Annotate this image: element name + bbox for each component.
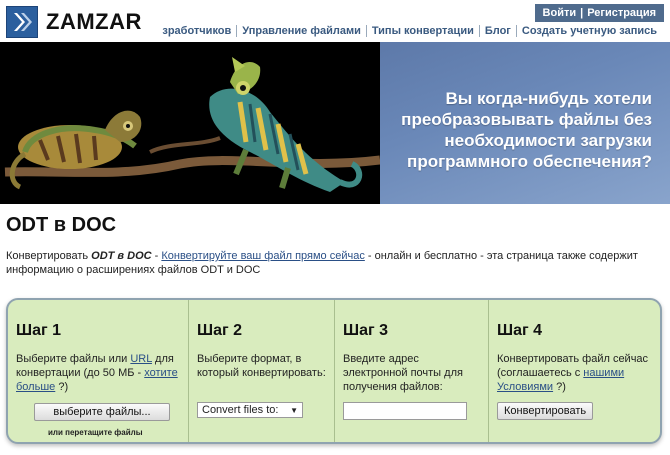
convert-button[interactable]: Конвертировать [497, 402, 593, 420]
drag-drop-note: или перетащите файлы [48, 428, 143, 437]
conversion-steps-panel: Шаг 1 Выберите файлы или URL для конверт… [6, 298, 662, 444]
zamzar-logo[interactable]: ZAMZAR [6, 6, 142, 38]
step-4-title: Шаг 4 [497, 322, 542, 339]
step-3: Шаг 3 Введите адрес электронной почты дл… [334, 300, 488, 442]
step-1-description: Выберите файлы или URL для конвертации (… [16, 352, 180, 394]
step-4-desc-a: Конвертировать файл сейчас (соглашаетесь… [497, 353, 649, 379]
step-1-desc-a: Выберите файлы или [16, 353, 131, 365]
login-link[interactable]: Войти [543, 7, 577, 19]
hero-banner: Вы когда-нибудь хотели преобразовывать ф… [0, 42, 670, 204]
chevron-down-icon: ▼ [290, 405, 298, 415]
format-select-value: Convert files to: [202, 404, 279, 416]
nav-conversion-types[interactable]: Типы конвертации [365, 25, 479, 37]
top-navigation: зработчиков Управление файлами Типы конв… [157, 25, 662, 37]
nav-create-account[interactable]: Создать учетную запись [515, 25, 662, 37]
step-2: Шаг 2 Выберите формат, в который конверт… [188, 300, 334, 442]
intro-prefix: Конвертировать [6, 250, 92, 262]
auth-separator: | [580, 7, 584, 19]
choose-files-button[interactable]: выберите файлы... [34, 403, 170, 421]
auth-box: Войти | Регистрация [534, 4, 664, 22]
register-link[interactable]: Регистрация [587, 7, 656, 19]
format-select[interactable]: Convert files to: ▼ [197, 402, 303, 418]
intro-text: Конвертировать ODT в DOC - Конвертируйте… [6, 249, 656, 277]
logo-arrows-icon [6, 6, 38, 38]
step-3-title: Шаг 3 [343, 322, 388, 339]
step-4: Шаг 4 Конвертировать файл сейчас (соглаш… [488, 300, 658, 442]
step-1-desc-c: ?) [55, 381, 69, 393]
email-field[interactable] [343, 402, 467, 420]
url-link[interactable]: URL [130, 353, 152, 365]
step-2-description: Выберите формат, в который конвертироват… [197, 353, 326, 379]
nav-blog[interactable]: Блог [478, 25, 516, 37]
step-1: Шаг 1 Выберите файлы или URL для конверт… [8, 300, 188, 442]
banner-headline: Вы когда-нибудь хотели преобразовывать ф… [401, 89, 652, 171]
nav-file-management[interactable]: Управление файлами [236, 25, 366, 37]
chameleon-image [0, 42, 381, 204]
banner-promo-panel: Вы когда-нибудь хотели преобразовывать ф… [380, 42, 670, 204]
step-4-description: Конвертировать файл сейчас (соглашаетесь… [497, 352, 650, 394]
step-1-title: Шаг 1 [16, 322, 61, 339]
brand-name: ZAMZAR [46, 9, 142, 34]
intro-bold: ODT в DOC [91, 250, 152, 262]
convert-now-link[interactable]: Конвертируйте ваш файл прямо сейчас [161, 250, 364, 262]
nav-developers[interactable]: зработчиков [157, 25, 236, 37]
step-3-description: Введите адрес электронной почты для полу… [343, 353, 463, 393]
intro-dash: - [151, 250, 162, 262]
page-title: ODT в DOC [6, 214, 117, 236]
step-2-title: Шаг 2 [197, 322, 242, 339]
step-4-desc-b: ?) [553, 381, 566, 393]
